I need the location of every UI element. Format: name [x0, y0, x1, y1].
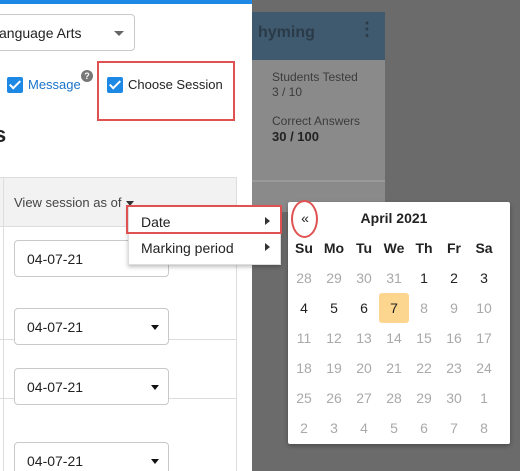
calendar-day[interactable]: 21 — [379, 353, 409, 383]
caret-down-icon — [151, 459, 159, 464]
calendar-day[interactable]: 2 — [289, 413, 319, 443]
calendar-day[interactable]: 28 — [289, 263, 319, 293]
session-date-select[interactable]: 04-07-21 — [14, 308, 169, 345]
calendar-day[interactable]: 2 — [439, 263, 469, 293]
more-options-icon: ⋮ — [358, 19, 376, 39]
session-date-select[interactable]: 04-07-21 — [14, 368, 169, 405]
calendar-day[interactable]: 6 — [349, 293, 379, 323]
calendar-day[interactable]: 5 — [379, 413, 409, 443]
calendar-day[interactable]: 24 — [469, 353, 499, 383]
menu-item-marking-period[interactable]: Marking period — [141, 240, 234, 256]
weekday-header: Su — [295, 240, 313, 256]
calendar-day[interactable]: 1 — [469, 383, 499, 413]
column-divider — [3, 227, 4, 471]
previous-month-highlight-circle — [291, 200, 318, 238]
background-card-body: Students Tested 3 / 10 Correct Answers 3… — [252, 60, 385, 144]
calendar-day[interactable]: 1 — [409, 263, 439, 293]
calendar-day[interactable]: 17 — [469, 323, 499, 353]
calendar-day[interactable]: 12 — [319, 323, 349, 353]
calendar-day[interactable]: 14 — [379, 323, 409, 353]
weekday-header: Mo — [323, 240, 345, 256]
calendar-month-title: April 2021 — [360, 210, 428, 226]
weekday-header: Th — [415, 240, 433, 256]
calendar-day[interactable]: 8 — [409, 293, 439, 323]
calendar-day[interactable]: 6 — [409, 413, 439, 443]
background-card-title: hyming — [258, 24, 315, 41]
background-card-divider — [252, 180, 385, 182]
students-tested-value: 3 / 10 — [272, 85, 303, 99]
help-icon[interactable]: ? — [81, 70, 93, 82]
calendar-day[interactable]: 13 — [349, 323, 379, 353]
calendar-day[interactable]: 26 — [319, 383, 349, 413]
calendar-day[interactable]: 5 — [319, 293, 349, 323]
chevron-right-icon — [265, 243, 270, 251]
session-date-value: 04-07-21 — [27, 319, 84, 335]
correct-answers-value: 30 / 100 — [272, 129, 319, 144]
calendar-day[interactable]: 15 — [409, 323, 439, 353]
calendar-day[interactable]: 18 — [289, 353, 319, 383]
calendar-day[interactable]: 8 — [469, 413, 499, 443]
calendar-day[interactable]: 9 — [439, 293, 469, 323]
calendar-day[interactable]: 29 — [409, 383, 439, 413]
calendar-day[interactable]: 31 — [379, 263, 409, 293]
calendar-day[interactable]: 30 — [349, 263, 379, 293]
session-date-value: 04-07-21 — [27, 453, 84, 469]
subject-select[interactable]: anguage Arts — [0, 14, 135, 51]
calendar-day[interactable]: 29 — [319, 263, 349, 293]
column-divider — [3, 178, 4, 228]
correct-answers-label: Correct Answers — [272, 114, 361, 128]
section-heading: s — [0, 122, 7, 147]
message-label[interactable]: Message — [28, 77, 81, 92]
session-date-select[interactable]: 04-07-21 — [14, 442, 169, 471]
background-card-header: hyming ⋮ — [252, 12, 385, 60]
calendar-day[interactable]: 19 — [319, 353, 349, 383]
panel-accent-bar — [0, 0, 252, 4]
calendar-day[interactable]: 3 — [469, 263, 499, 293]
calendar-day[interactable]: 22 — [409, 353, 439, 383]
chevron-down-icon — [114, 31, 124, 36]
choose-session-highlight-box — [97, 61, 235, 121]
session-date-value: 04-07-21 — [27, 379, 84, 395]
weekday-header: Tu — [355, 240, 373, 256]
calendar-day[interactable]: 10 — [469, 293, 499, 323]
weekday-header: Fr — [447, 240, 461, 256]
date-highlight-box — [126, 205, 282, 234]
calendar-day[interactable]: 4 — [349, 413, 379, 443]
background-report-card: hyming ⋮ Students Tested 3 / 10 Correct … — [252, 12, 385, 212]
message-checkbox[interactable] — [7, 77, 23, 93]
calendar-day[interactable]: 28 — [379, 383, 409, 413]
students-tested-label: Students Tested — [272, 70, 358, 84]
calendar-day[interactable]: 20 — [349, 353, 379, 383]
calendar-day[interactable]: 27 — [349, 383, 379, 413]
calendar-day[interactable]: 30 — [439, 383, 469, 413]
calendar-day[interactable]: 3 — [319, 413, 349, 443]
calendar-day[interactable]: 23 — [439, 353, 469, 383]
view-session-as-of-header[interactable]: View session as of — [14, 195, 121, 210]
subject-select-value: anguage Arts — [0, 24, 82, 41]
calendar-day[interactable]: 7 — [439, 413, 469, 443]
calendar-day[interactable]: 25 — [289, 383, 319, 413]
caret-down-icon — [151, 385, 159, 390]
weekday-header: We — [383, 240, 405, 256]
session-date-value: 04-07-21 — [27, 251, 84, 267]
calendar-day[interactable]: 4 — [289, 293, 319, 323]
calendar-day-today[interactable]: 7 — [379, 293, 409, 323]
calendar-day[interactable]: 11 — [289, 323, 319, 353]
caret-down-icon — [151, 325, 159, 330]
weekday-header: Sa — [475, 240, 493, 256]
calendar-day[interactable]: 16 — [439, 323, 469, 353]
